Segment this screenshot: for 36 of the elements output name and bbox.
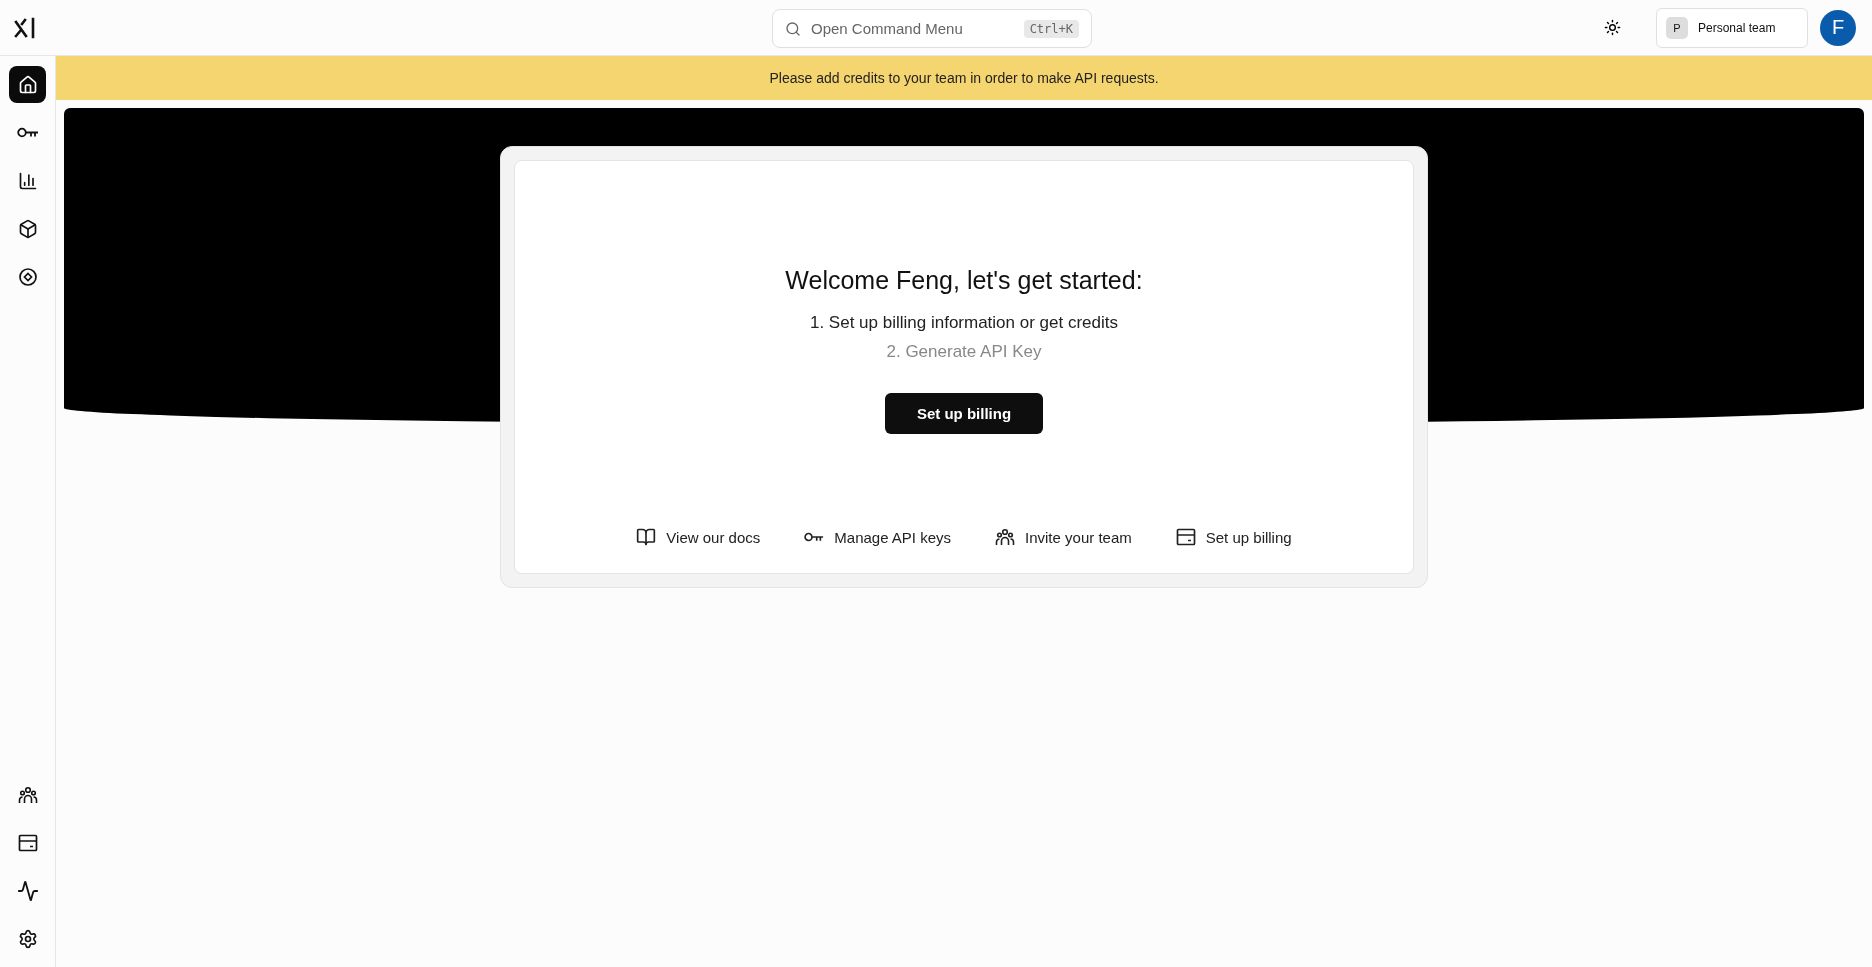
book-icon xyxy=(636,527,657,547)
home-icon xyxy=(17,74,38,95)
credits-banner: Please add credits to your team in order to make API requests. xyxy=(56,56,1872,100)
quick-link-label: Manage API keys xyxy=(834,528,952,546)
bar-chart-icon xyxy=(17,170,38,191)
command-search-field[interactable]: Open Command Menu Ctrl+K xyxy=(772,9,1092,48)
cube-icon xyxy=(17,218,38,239)
setup-step: 1. Set up billing information or get credits xyxy=(809,313,1119,333)
user-avatar[interactable]: F xyxy=(1820,9,1856,46)
people-icon xyxy=(17,784,38,805)
people-icon xyxy=(995,527,1016,547)
settings-icon xyxy=(17,928,38,949)
quick-link-label: Invite your team xyxy=(1025,528,1132,546)
team-name: Personal team xyxy=(1698,20,1776,35)
search-placeholder: Open Command Menu xyxy=(811,20,964,37)
quick-link[interactable]: Manage API keys xyxy=(804,527,952,547)
quick-link[interactable]: Invite your team xyxy=(995,527,1132,547)
shortcut-hint: Ctrl+K xyxy=(1023,19,1079,38)
target-icon xyxy=(17,266,38,287)
sun-icon xyxy=(1603,19,1621,36)
quick-link-label: Set up billing xyxy=(1205,528,1292,546)
key-icon xyxy=(804,532,825,542)
setup-billing-button[interactable]: Set up billing xyxy=(884,393,1044,434)
activity-icon xyxy=(16,879,39,902)
quick-link-label: View our docs xyxy=(666,528,761,546)
welcome-title: Welcome Feng, let's get started: xyxy=(785,266,1143,295)
team-initial: P xyxy=(1666,16,1688,39)
card-icon xyxy=(17,833,38,852)
quick-link[interactable]: Set up billing xyxy=(1175,527,1292,547)
card-icon xyxy=(1175,528,1196,546)
team-selector[interactable]: P Personal team xyxy=(1656,7,1808,48)
sidebar-item[interactable] xyxy=(9,66,46,103)
setup-step: 2. Generate API Key xyxy=(886,342,1042,362)
search-icon xyxy=(785,20,801,37)
quick-link[interactable]: View our docs xyxy=(636,527,761,547)
key-icon xyxy=(16,127,39,138)
